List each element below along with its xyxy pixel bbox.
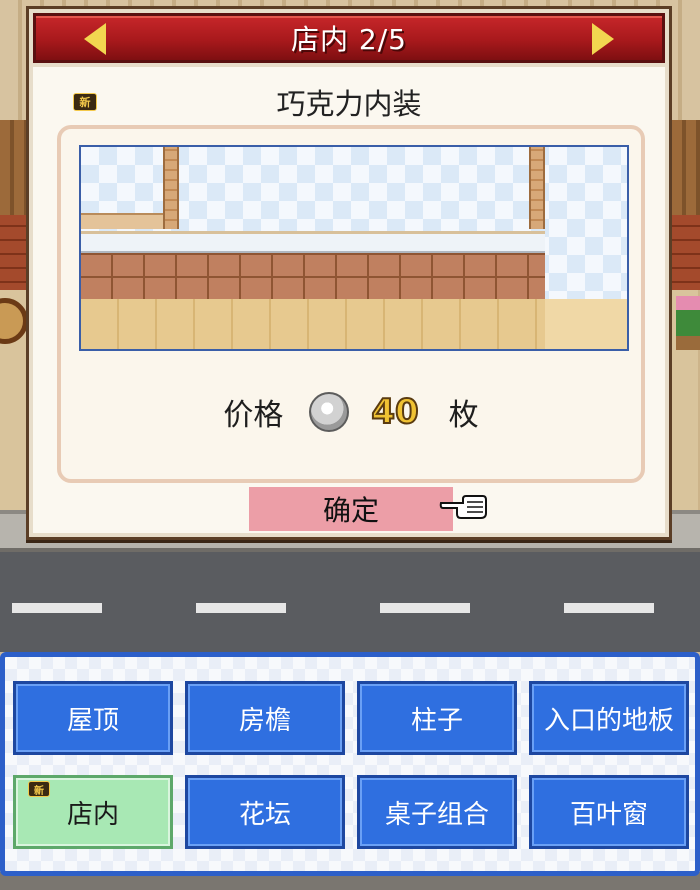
dialog-title-bar: 店内 2/5: [33, 13, 665, 63]
dialog-title: 店内 2/5: [291, 23, 407, 56]
arrow-left-icon[interactable]: [84, 23, 106, 55]
preview-counter-top: [81, 231, 545, 253]
item-detail-panel: 价格 40 枚: [57, 125, 645, 483]
new-badge: 新: [28, 781, 50, 797]
confirm-label: 确定: [322, 494, 379, 527]
category-menu: 屋顶 房檐 柱子 入口的地板 新 店内 花坛 桌子组合 百叶窗: [0, 652, 700, 876]
confirm-button[interactable]: 确定: [249, 487, 453, 531]
pointing-hand-icon: [439, 495, 487, 519]
price-row: 价格 40 枚: [61, 387, 641, 437]
category-label: 屋顶: [66, 705, 119, 736]
category-table-set-button[interactable]: 桌子组合: [357, 775, 517, 849]
category-label: 房檐: [238, 705, 291, 736]
category-label: 花坛: [238, 799, 291, 830]
interior-preview-image: [79, 145, 629, 351]
item-name: 巧克力内装: [276, 87, 422, 121]
preview-floor-side: [545, 299, 627, 349]
preview-pillar: [529, 147, 545, 229]
arrow-right-icon[interactable]: [592, 23, 614, 55]
category-label: 柱子: [410, 705, 463, 736]
preview-chocolate-wall: [81, 253, 545, 299]
lane-marking: [196, 603, 286, 613]
preview-ledge: [81, 213, 163, 229]
category-grid: 屋顶 房檐 柱子 入口的地板 新 店内 花坛 桌子组合 百叶窗: [13, 681, 689, 849]
road: [0, 552, 700, 652]
purchase-dialog: 店内 2/5 新 巧克力内装 价格 40 枚 确定: [26, 6, 672, 540]
lane-marking: [12, 603, 102, 613]
category-flowerbed-button[interactable]: 花坛: [185, 775, 345, 849]
category-shutters-button[interactable]: 百叶窗: [529, 775, 689, 849]
category-pillar-button[interactable]: 柱子: [357, 681, 517, 755]
category-interior-button[interactable]: 新 店内: [13, 775, 173, 849]
preview-pillar: [163, 147, 179, 229]
lane-marking: [380, 603, 470, 613]
category-eaves-button[interactable]: 房檐: [185, 681, 345, 755]
silver-coin-icon: [309, 392, 350, 432]
category-label: 入口的地板: [543, 705, 674, 736]
category-label: 店内: [66, 799, 119, 830]
plant-decoration: [676, 296, 700, 350]
price-unit: 枚: [448, 398, 479, 433]
category-roof-button[interactable]: 屋顶: [13, 681, 173, 755]
category-label: 百叶窗: [569, 799, 648, 830]
category-entrance-floor-button[interactable]: 入口的地板: [529, 681, 689, 755]
dialog-content: 新 巧克力内装 价格 40 枚 确定: [33, 67, 665, 533]
category-label: 桌子组合: [384, 799, 489, 830]
preview-floor: [81, 299, 545, 349]
price-value: 40: [370, 391, 419, 433]
lane-marking: [564, 603, 654, 613]
price-label: 价格: [223, 398, 284, 433]
